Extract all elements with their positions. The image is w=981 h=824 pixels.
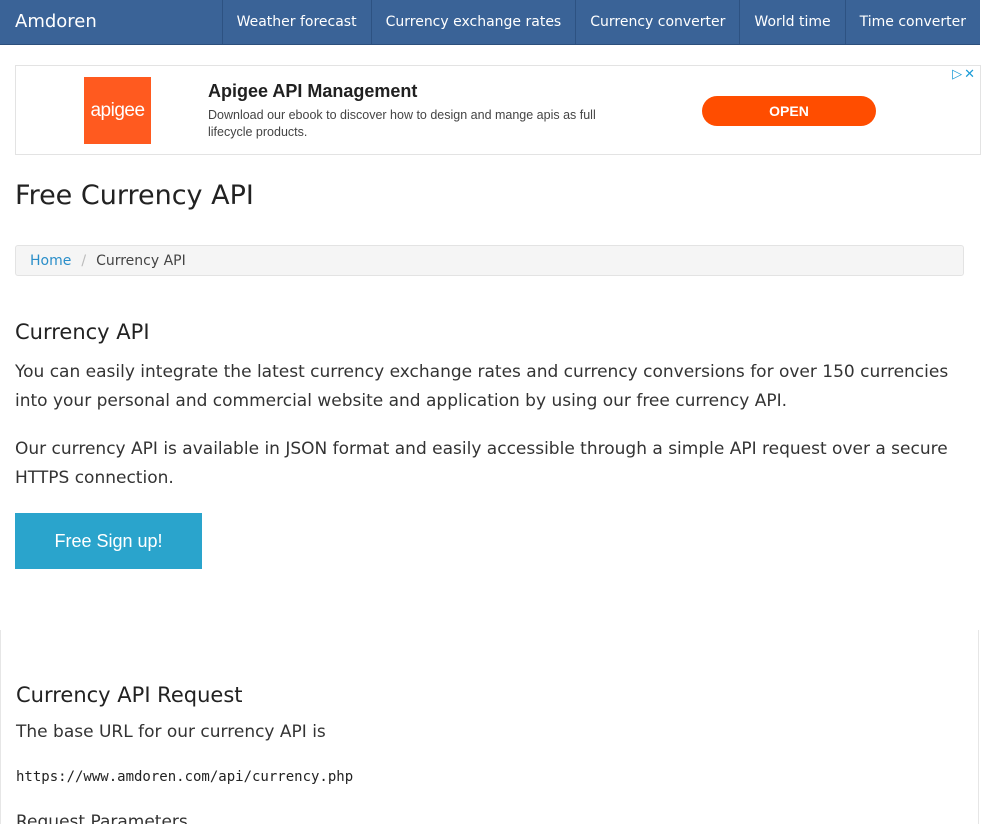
section-heading-currency-api: Currency API <box>15 320 150 344</box>
nav-currency-converter[interactable]: Currency converter <box>575 0 739 44</box>
base-url-intro: The base URL for our currency API is <box>16 722 326 742</box>
nav-world-time[interactable]: World time <box>739 0 844 44</box>
nav-menu: Weather forecast Currency exchange rates… <box>221 0 980 44</box>
nav-weather-forecast[interactable]: Weather forecast <box>221 0 371 44</box>
ad-description: Download our ebook to discover how to de… <box>208 108 596 139</box>
free-signup-button[interactable]: Free Sign up! <box>15 513 202 569</box>
ad-open-button[interactable]: OPEN <box>702 96 876 126</box>
breadcrumb: Home / Currency API <box>15 245 964 276</box>
base-url-code: https://www.amdoren.com/api/currency.php <box>16 769 354 785</box>
close-icon[interactable]: ✕ <box>964 67 977 82</box>
nav-time-converter[interactable]: Time converter <box>844 0 980 44</box>
breadcrumb-separator: / <box>81 252 87 269</box>
breadcrumb-current: Currency API <box>96 252 186 269</box>
ad-choices: ▷✕ <box>952 67 977 82</box>
breadcrumb-home-link[interactable]: Home <box>30 253 71 269</box>
section-heading-api-request: Currency API Request <box>16 683 243 707</box>
ad-title[interactable]: Apigee API Management <box>208 81 417 102</box>
intro-paragraph-2: Our currency API is available in JSON fo… <box>15 439 948 488</box>
page-title: Free Currency API <box>15 180 254 211</box>
nav-currency-exchange-rates[interactable]: Currency exchange rates <box>370 0 576 44</box>
brand-logo[interactable]: Amdoren <box>15 11 97 32</box>
ad-logo[interactable]: apigee <box>84 77 151 144</box>
ad-banner[interactable]: apigee Apigee API Management Download ou… <box>15 65 981 155</box>
top-navbar: Amdoren Weather forecast Currency exchan… <box>0 0 980 45</box>
section-heading-request-parameters: Request Parameters <box>16 812 188 824</box>
intro-paragraph-1: You can easily integrate the latest curr… <box>15 362 949 411</box>
adchoices-icon[interactable]: ▷ <box>952 67 964 82</box>
